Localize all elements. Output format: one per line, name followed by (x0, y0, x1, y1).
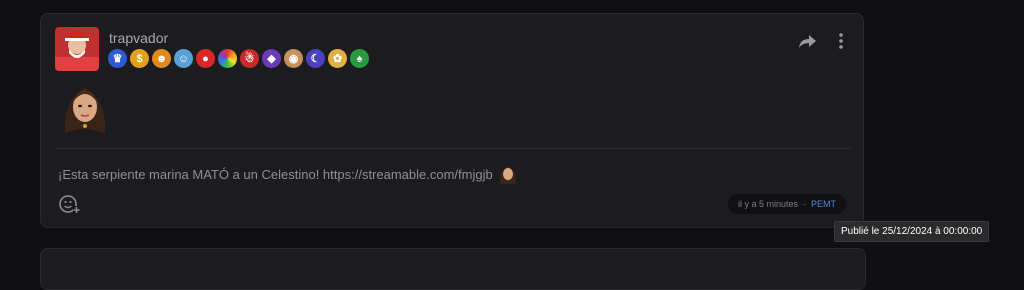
santa-badge[interactable]: ☃ (240, 49, 259, 68)
purple-badge[interactable]: ◆ (262, 49, 281, 68)
moon-badge[interactable]: ☾ (306, 49, 325, 68)
character-badge-2[interactable]: ☺ (174, 49, 193, 68)
user-avatar[interactable] (55, 27, 99, 71)
rainbow-badge[interactable] (218, 49, 237, 68)
separator: - (803, 199, 807, 209)
publish-date-tooltip: Publié le 25/12/2024 à 00:00:00 (834, 221, 990, 242)
message: ¡Esta serpiente marina MATÓ a un Celesti… (58, 164, 519, 184)
dollar-badge[interactable]: $ (130, 49, 149, 68)
user-badges: ♛ $ ☻ ☺ ● ☃ ◆ ◉ ☾ ✿ ♠ (108, 49, 369, 68)
chat-post-card: trapvador ♛ $ ☻ ☺ ● ☃ ◆ ◉ ☾ ✿ ♠ ¡Esta serpiente ma… (40, 13, 864, 228)
message-text: ¡Esta serpiente marina MATÓ a un Celesti… (58, 166, 493, 182)
cards-badge[interactable]: ♠ (350, 49, 369, 68)
timestamp[interactable]: il y a 5 minutes (738, 199, 798, 209)
inline-emote (497, 164, 519, 184)
share-icon[interactable] (796, 31, 818, 51)
more-vertical-icon[interactable] (831, 31, 851, 51)
timezone-link[interactable]: PEMT (811, 199, 836, 209)
character-badge-1[interactable]: ☻ (152, 49, 171, 68)
crown-badge[interactable]: ♛ (108, 49, 127, 68)
palette-badge[interactable]: ✿ (328, 49, 347, 68)
next-post-card (40, 248, 866, 290)
emote-image (57, 80, 113, 134)
clown-badge[interactable]: ● (196, 49, 215, 68)
username[interactable]: trapvador (109, 30, 168, 46)
content-divider (57, 148, 851, 149)
add-reaction-icon[interactable] (58, 193, 80, 215)
timestamp-pill[interactable]: il y a 5 minutes - PEMT (728, 194, 847, 214)
dog-badge[interactable]: ◉ (284, 49, 303, 68)
